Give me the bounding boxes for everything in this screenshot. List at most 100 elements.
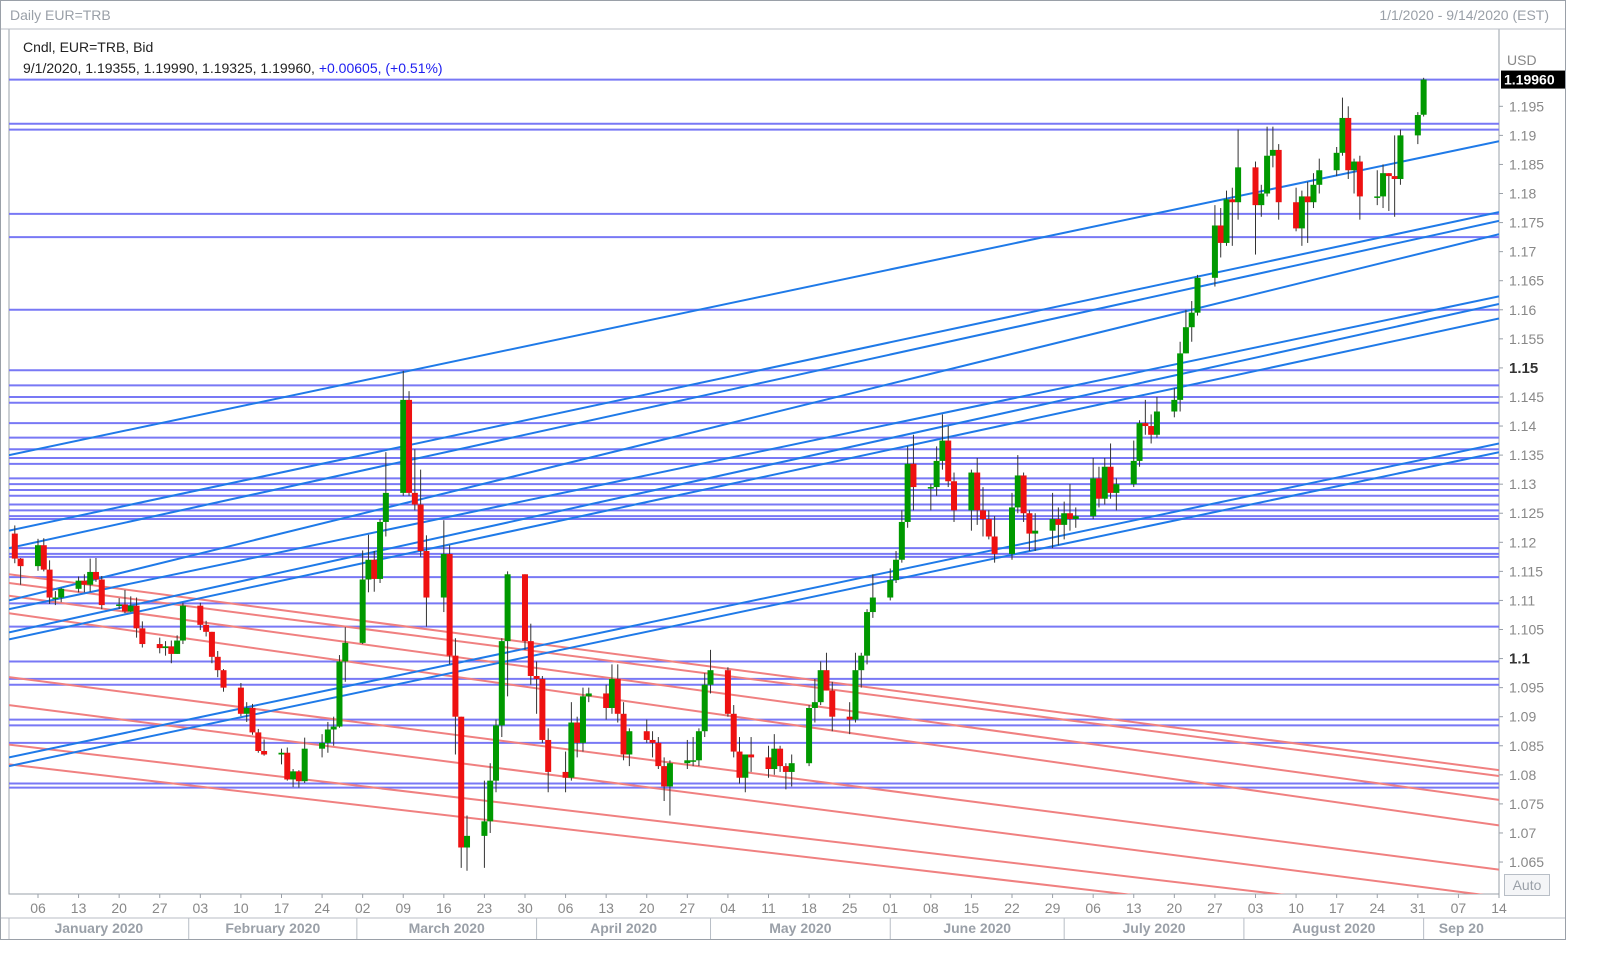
plot-frame bbox=[8, 28, 1500, 895]
candle-body bbox=[1235, 167, 1242, 203]
candle-body bbox=[237, 687, 244, 714]
candle-body bbox=[1223, 199, 1230, 243]
candle-body bbox=[869, 597, 876, 613]
chart-window: Daily EUR=TRB 1/1/2020 - 9/14/2020 (EST)… bbox=[0, 0, 1566, 940]
candle-body bbox=[1397, 135, 1404, 179]
candle-body bbox=[168, 646, 175, 654]
x-tick-label: 20 bbox=[639, 900, 655, 916]
candlestick-chart[interactable]: 1.065 1.07 1.075 1.08 1.085 1.09 1.095 1.1 1.105… bbox=[1, 1, 1565, 939]
candle-body bbox=[75, 580, 82, 589]
candle-body bbox=[1148, 426, 1155, 435]
candle-body bbox=[464, 835, 471, 848]
candle-body bbox=[852, 670, 859, 720]
candle-body bbox=[261, 750, 268, 755]
candle-body bbox=[643, 731, 650, 740]
candle-body bbox=[1014, 475, 1021, 508]
candle-body bbox=[1211, 225, 1218, 278]
candle-body bbox=[121, 604, 128, 612]
legend-ohlc-values: 9/1/2020, 1.19355, 1.19990, 1.19325, 1.1… bbox=[23, 60, 315, 76]
candle-body bbox=[1113, 484, 1120, 493]
x-tick-label: 06 bbox=[1085, 900, 1101, 916]
candle-body bbox=[608, 678, 615, 708]
candle-body bbox=[417, 504, 424, 552]
x-tick-label: 24 bbox=[314, 900, 330, 916]
x-tick-label: 27 bbox=[680, 900, 696, 916]
candle-body bbox=[620, 713, 627, 755]
x-tick-label: 15 bbox=[964, 900, 980, 916]
x-tick-label: 04 bbox=[720, 900, 736, 916]
candle-body bbox=[290, 771, 297, 780]
candle-body bbox=[1293, 202, 1300, 229]
candle-body bbox=[371, 559, 378, 579]
month-label: June 2020 bbox=[943, 920, 1011, 936]
candle-body bbox=[377, 521, 384, 579]
candle-body bbox=[1339, 117, 1346, 153]
candle-body bbox=[533, 676, 540, 679]
candle-body bbox=[1414, 115, 1421, 136]
candle-body bbox=[777, 748, 784, 767]
candle-body bbox=[829, 690, 836, 717]
x-tick-label: 20 bbox=[1167, 900, 1183, 916]
candle-body bbox=[910, 463, 917, 488]
candle-body bbox=[440, 553, 447, 598]
candle-body bbox=[985, 519, 992, 537]
candle-body bbox=[765, 757, 772, 770]
month-label: March 2020 bbox=[409, 920, 485, 936]
resistance-trendline bbox=[9, 676, 1499, 871]
x-tick-label: 24 bbox=[1369, 900, 1385, 916]
candle-body bbox=[98, 579, 105, 606]
x-tick-label: 20 bbox=[111, 900, 127, 916]
candle-body bbox=[1316, 170, 1323, 185]
month-label: February 2020 bbox=[225, 920, 320, 936]
candle-body bbox=[319, 742, 326, 749]
candle-body bbox=[1420, 79, 1427, 115]
support-trendline bbox=[9, 233, 1499, 602]
candle-body bbox=[162, 646, 169, 649]
y-tick-label: 1.085 bbox=[1509, 738, 1544, 754]
candle-body bbox=[649, 739, 656, 743]
month-label: April 2020 bbox=[590, 920, 657, 936]
candle-body bbox=[400, 399, 407, 493]
candle-body bbox=[179, 605, 186, 641]
support-trendline bbox=[9, 295, 1499, 611]
candle-body bbox=[724, 670, 731, 714]
candle-body bbox=[1020, 475, 1027, 514]
candle-body bbox=[811, 702, 818, 708]
candle-body bbox=[1351, 161, 1358, 171]
candle-body bbox=[864, 612, 871, 656]
candle-body bbox=[893, 559, 900, 581]
x-tick-label: 10 bbox=[233, 900, 249, 916]
candle-body bbox=[17, 558, 24, 567]
candle-body bbox=[951, 481, 958, 511]
y-tick-label: 1.14 bbox=[1509, 418, 1536, 434]
candle-body bbox=[980, 510, 987, 520]
candle-body bbox=[858, 655, 865, 671]
month-label: Sep 20 bbox=[1439, 920, 1484, 936]
candle-body bbox=[806, 707, 813, 764]
x-tick-label: 22 bbox=[1004, 900, 1020, 916]
candle-body bbox=[1182, 327, 1189, 354]
x-tick-label: 17 bbox=[1329, 900, 1345, 916]
resistance-trendline bbox=[9, 704, 1485, 894]
x-tick-label: 31 bbox=[1410, 900, 1426, 916]
candle-body bbox=[1385, 173, 1392, 177]
candle-body bbox=[730, 713, 737, 752]
candle-body bbox=[579, 696, 586, 743]
candle-body bbox=[493, 725, 500, 781]
x-tick-label: 18 bbox=[801, 900, 817, 916]
candle-body bbox=[1153, 411, 1160, 435]
y-tick-label: 1.13 bbox=[1509, 476, 1536, 492]
candle-body bbox=[1229, 199, 1236, 203]
candle-body bbox=[458, 716, 465, 848]
candle-body bbox=[771, 748, 778, 770]
candle-body bbox=[1049, 519, 1056, 531]
candle-body bbox=[1090, 478, 1097, 517]
candle-body bbox=[1061, 513, 1068, 525]
y-tick-label: 1.075 bbox=[1509, 796, 1544, 812]
y-tick-label: 1.08 bbox=[1509, 767, 1536, 783]
candle-body bbox=[284, 752, 291, 780]
y-tick-label: 1.135 bbox=[1509, 447, 1544, 463]
auto-scale-button[interactable]: Auto bbox=[1504, 874, 1550, 896]
y-tick-label: 1.11 bbox=[1509, 592, 1535, 608]
month-label: January 2020 bbox=[54, 920, 143, 936]
